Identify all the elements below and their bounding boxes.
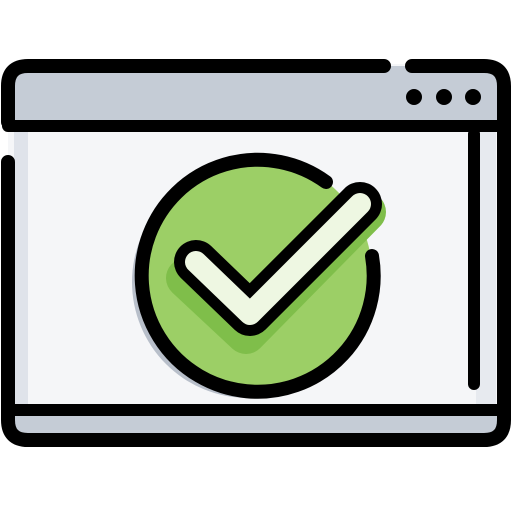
window-dot-icon — [436, 89, 452, 105]
check-badge — [132, 152, 386, 399]
icon-canvas — [0, 0, 512, 512]
window-left-shade — [14, 126, 28, 408]
browser-window-checkmark-icon — [1, 59, 511, 447]
window-dot-icon — [465, 89, 481, 105]
window-dot-icon — [406, 89, 422, 105]
title-bar — [12, 66, 500, 126]
